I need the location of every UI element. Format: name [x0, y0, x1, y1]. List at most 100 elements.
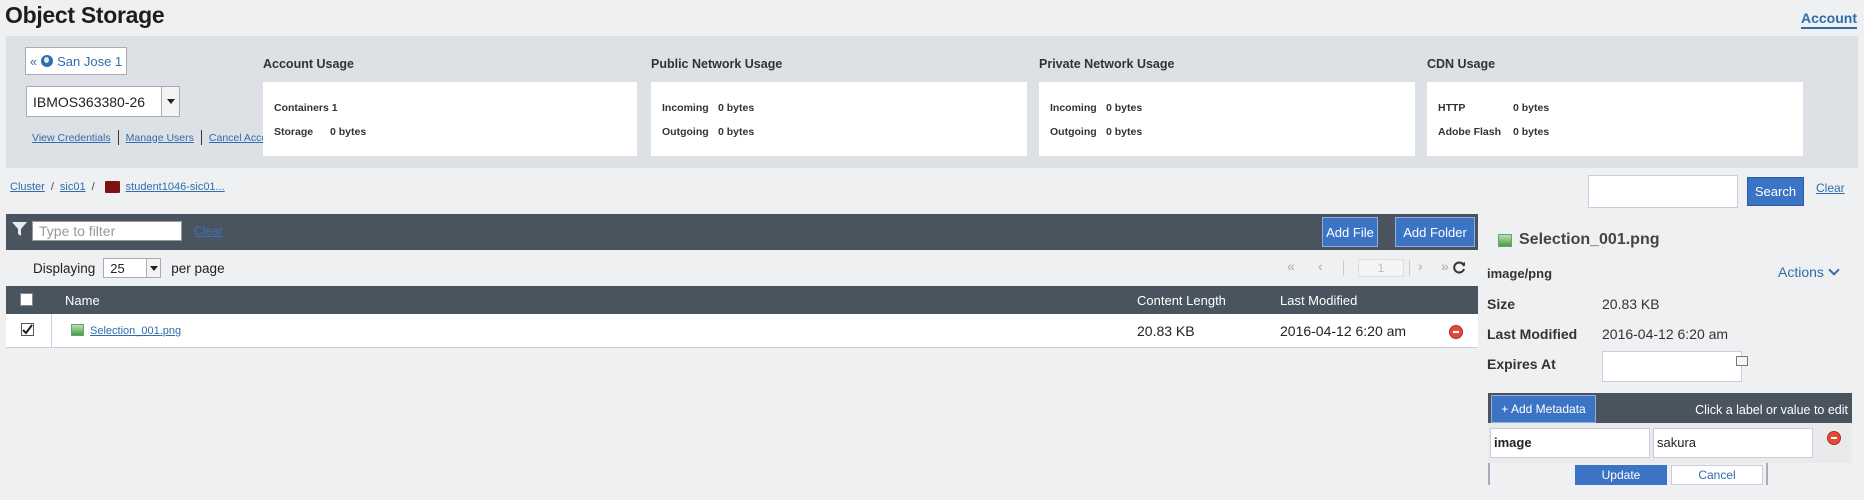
divider — [1343, 260, 1344, 276]
filter-clear-link[interactable]: Clear — [194, 224, 223, 238]
metadata-key-input[interactable]: image — [1490, 428, 1650, 458]
column-content-length[interactable]: Content Length — [1137, 293, 1226, 308]
detail-file-name: Selection_001.png — [1519, 231, 1660, 248]
usage-row: Incoming 0 bytes — [662, 102, 754, 114]
usage-label: Adobe Flash — [1438, 126, 1502, 138]
last-modified-value: 2016-04-12 6:20 am — [1602, 326, 1729, 342]
account-links: View Credentials Manage Users Cancel Acc… — [32, 130, 282, 145]
search-button[interactable]: Search — [1747, 177, 1804, 206]
expires-at-input[interactable] — [1602, 351, 1742, 382]
account-select-value: IBMOS363380-26 — [33, 93, 146, 110]
delete-metadata-icon[interactable] — [1827, 431, 1841, 445]
delete-icon[interactable] — [1449, 325, 1463, 339]
column-name[interactable]: Name — [65, 293, 100, 308]
breadcrumb-container[interactable]: student1046-sic01... — [126, 181, 225, 193]
divider — [1766, 463, 1768, 485]
usage-value: 0 bytes — [718, 102, 755, 114]
update-button[interactable]: Update — [1575, 465, 1667, 485]
divider — [200, 130, 202, 145]
row-checkbox-cell — [6, 314, 52, 347]
bucket-icon — [104, 181, 120, 193]
usage-value: 0 bytes — [1513, 126, 1550, 138]
usage-label: Incoming — [1050, 102, 1097, 114]
usage-value: 0 bytes — [1513, 102, 1550, 114]
content-type: image/png — [1487, 266, 1553, 281]
add-folder-button[interactable]: Add Folder — [1395, 217, 1475, 247]
usage-value: 0 bytes — [1106, 102, 1143, 114]
page-size-value: 25 — [110, 260, 125, 276]
actions-dropdown[interactable]: Actions — [1778, 264, 1840, 280]
cdn-usage-title: CDN Usage — [1427, 57, 1496, 71]
usage-row: Incoming 0 bytes — [1050, 102, 1142, 114]
account-usage-title: Account Usage — [263, 57, 354, 71]
next-page-icon[interactable]: › — [1418, 258, 1423, 274]
usage-value: 0 bytes — [718, 126, 755, 138]
prev-page-icon[interactable]: ‹ — [1318, 258, 1323, 274]
image-file-icon — [71, 324, 84, 336]
public-network-usage-title: Public Network Usage — [651, 57, 783, 71]
divider — [1409, 260, 1410, 276]
region-button[interactable]: « San Jose 1 — [25, 47, 127, 75]
page-title: Object Storage — [5, 2, 165, 28]
account-panel: « San Jose 1 IBMOS363380-26 View Credent… — [6, 36, 1858, 168]
usage-row: Containers 1 — [274, 102, 338, 114]
usage-value: 0 bytes — [330, 126, 367, 138]
page-number-input[interactable]: 1 — [1358, 259, 1404, 277]
select-all-checkbox[interactable] — [20, 293, 33, 306]
filter-icon — [12, 222, 27, 236]
size-label: Size — [1487, 296, 1516, 312]
chevron-down-icon — [146, 259, 161, 277]
private-network-usage-box: Incoming 0 bytes Outgoing 0 bytes — [1039, 82, 1415, 156]
double-chevron-left-icon: « — [29, 53, 38, 69]
per-page-label: per page — [171, 260, 225, 276]
public-network-usage-box: Incoming 0 bytes Outgoing 0 bytes — [651, 82, 1027, 156]
file-toolbar: Type to filter Clear Add File Add Folder — [6, 214, 1478, 250]
search-clear-link[interactable]: Clear — [1816, 181, 1845, 195]
page-size-select[interactable]: 25 — [103, 258, 162, 278]
usage-row: HTTP 0 bytes — [1438, 102, 1549, 114]
view-credentials-link[interactable]: View Credentials — [32, 132, 111, 144]
usage-row: Outgoing 0 bytes — [662, 126, 754, 138]
cancel-button[interactable]: Cancel — [1671, 465, 1763, 485]
private-network-usage-title: Private Network Usage — [1039, 57, 1175, 71]
actions-label: Actions — [1778, 264, 1824, 280]
metadata-hint: Click a label or value to edit — [1695, 403, 1848, 417]
breadcrumb-cluster[interactable]: Cluster — [10, 181, 45, 193]
account-usage-box: Containers 1 Storage 0 bytes — [263, 82, 637, 156]
refresh-icon[interactable] — [1453, 261, 1466, 274]
metadata-bar: + Add Metadata Click a label or value to… — [1488, 393, 1852, 423]
first-page-icon[interactable]: « — [1287, 258, 1295, 274]
divider — [1488, 463, 1490, 485]
divider — [117, 130, 119, 145]
paging-controls: Displaying 25 per page — [33, 258, 225, 278]
usage-label: Storage — [274, 126, 314, 138]
breadcrumb-separator: / — [50, 181, 54, 193]
usage-label: HTTP — [1438, 102, 1466, 114]
row-checkbox[interactable] — [21, 323, 34, 336]
filter-input[interactable]: Type to filter — [32, 221, 182, 241]
add-metadata-button[interactable]: + Add Metadata — [1491, 395, 1596, 423]
usage-row: Storage 0 bytes — [274, 126, 366, 138]
globe-icon — [41, 55, 54, 67]
content-length-cell: 20.83 KB — [1137, 323, 1195, 339]
manage-users-link[interactable]: Manage Users — [126, 132, 194, 144]
search-input[interactable] — [1588, 175, 1738, 208]
table-header: Name Content Length Last Modified — [6, 286, 1478, 314]
breadcrumb-sic01[interactable]: sic01 — [60, 181, 86, 193]
last-modified-cell: 2016-04-12 6:20 am — [1280, 323, 1407, 339]
file-name-link[interactable]: Selection_001.png — [90, 325, 181, 337]
usage-label: Containers — [274, 102, 329, 114]
metadata-value-input[interactable]: sakura — [1653, 428, 1813, 458]
region-button-label: San Jose 1 — [57, 53, 123, 69]
account-tab[interactable]: Account — [1801, 10, 1857, 29]
add-file-button[interactable]: Add File — [1322, 217, 1378, 247]
column-last-modified[interactable]: Last Modified — [1280, 293, 1357, 308]
usage-value: 1 — [331, 102, 338, 114]
last-page-icon[interactable]: » — [1441, 258, 1449, 274]
table-row[interactable]: Selection_001.png 20.83 KB 2016-04-12 6:… — [6, 314, 1478, 348]
account-select[interactable]: IBMOS363380-26 — [26, 86, 180, 117]
checkmark-icon — [22, 324, 33, 335]
breadcrumb-separator: / — [91, 181, 95, 193]
calendar-icon[interactable] — [1736, 356, 1748, 366]
usage-label: Outgoing — [1050, 126, 1097, 138]
